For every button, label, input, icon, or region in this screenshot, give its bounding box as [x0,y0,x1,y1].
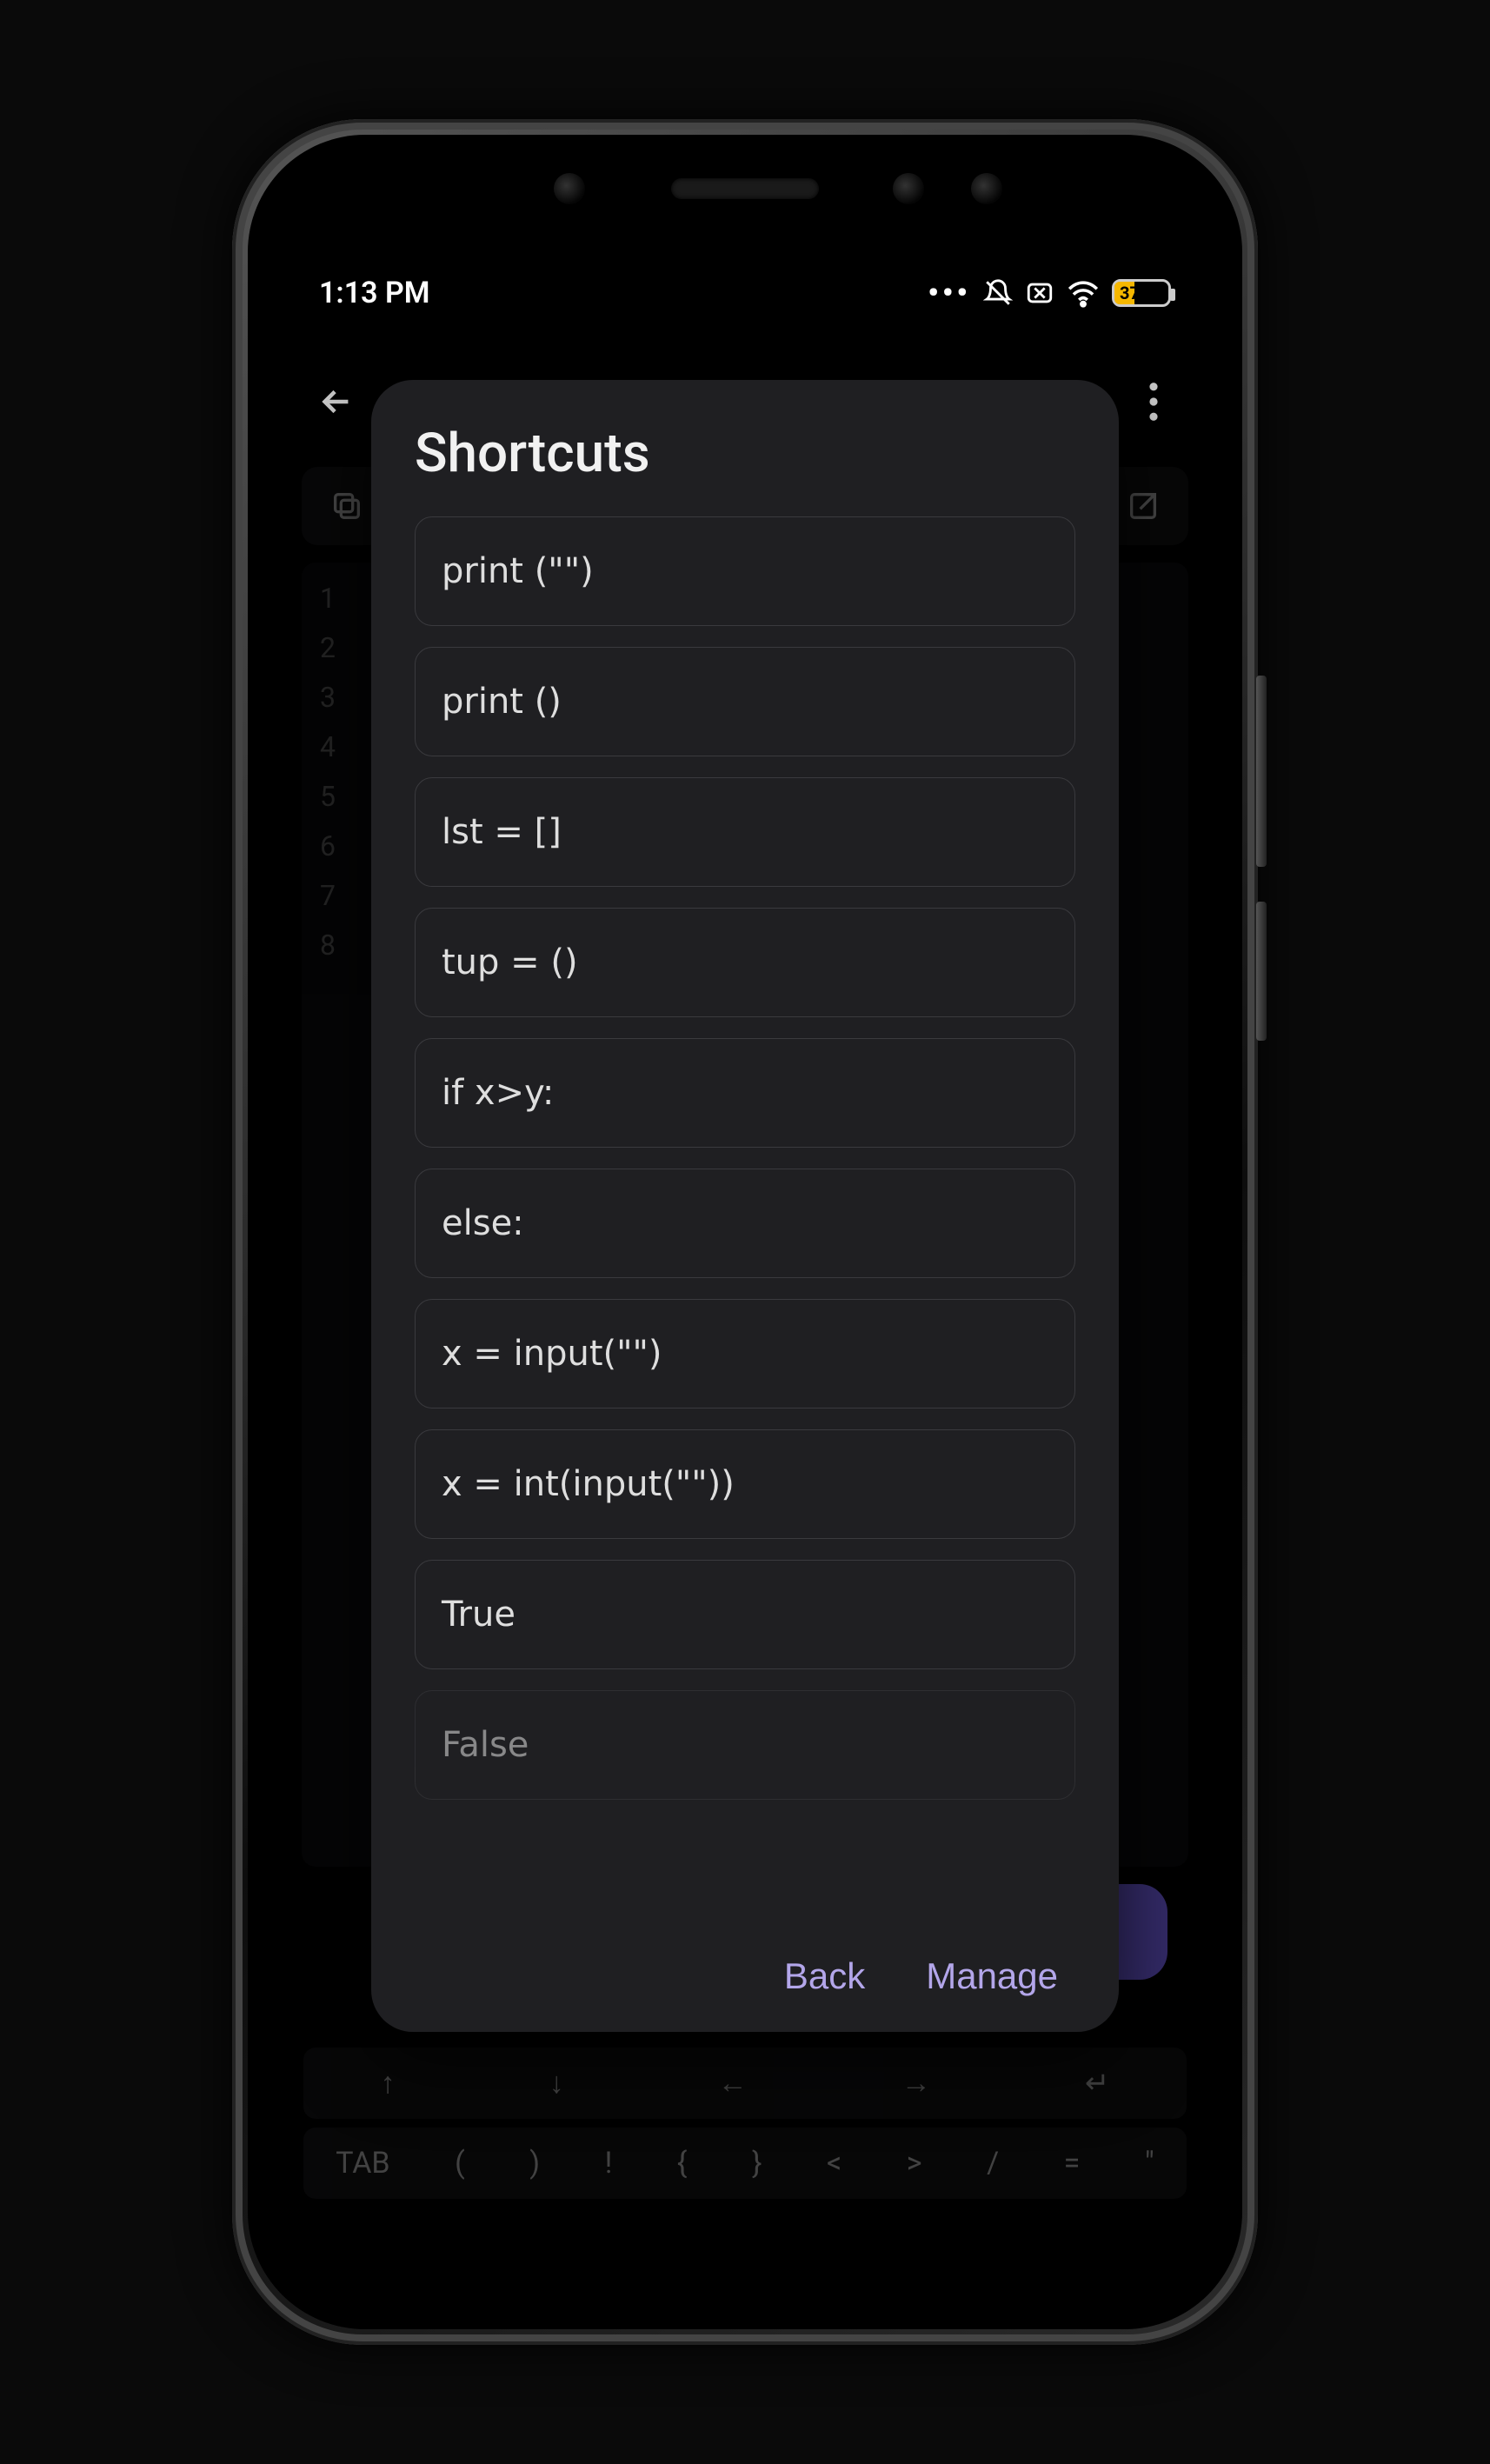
keyboard-key[interactable]: / [987,2146,999,2181]
side-button-volume [1256,676,1267,867]
line-number-gutter: 1 2 3 4 5 6 7 8 [302,563,354,1867]
keyboard-key[interactable]: } [752,2146,762,2181]
modal-actions: Back Manage [415,1955,1075,1997]
keyboard-key[interactable]: ↓ [549,2066,564,2101]
line-number: 6 [320,829,336,862]
shortcut-item[interactable]: tup = () [415,908,1075,1017]
copy-icon[interactable] [321,480,373,532]
keyboard-key[interactable]: → [901,2066,931,2101]
shortcut-item[interactable]: if x>y: [415,1038,1075,1148]
back-arrow-icon[interactable] [310,376,363,428]
line-number: 1 [320,582,336,615]
sensor-2 [971,173,1002,204]
shortcut-item[interactable]: x = input("") [415,1299,1075,1408]
line-number: 7 [320,879,336,912]
speaker-grille [671,178,819,199]
keyboard-key[interactable]: = [1064,2146,1081,2181]
shortcut-item[interactable]: else: [415,1169,1075,1278]
shortcut-item[interactable]: print () [415,647,1075,756]
keyboard-key[interactable]: ) [529,2146,540,2181]
keyboard-key[interactable]: " [1145,2146,1154,2181]
side-button-power [1256,902,1267,1041]
open-external-icon[interactable] [1117,480,1169,532]
modal-title: Shortcuts [415,422,1075,485]
keyboard-key[interactable]: ! [605,2146,613,2181]
shortcut-item[interactable]: lst = [] [415,777,1075,887]
keyboard-row-arrows[interactable]: ↑ ↓ ← → ↵ [303,2048,1187,2119]
shortcuts-modal: Shortcuts print ("") print () lst = [] tup … [371,380,1119,2032]
line-number: 3 [320,681,336,714]
phone-top-hardware [232,178,1258,230]
status-time: 1:13 PM [319,276,430,310]
back-button[interactable]: Back [784,1955,865,1997]
keyboard-key[interactable]: { [677,2146,688,2181]
sensor-1 [893,173,924,204]
manage-button[interactable]: Manage [926,1955,1058,1997]
shortcut-item[interactable]: False [415,1690,1075,1800]
keyboard-row-symbols[interactable]: TAB ()! {} < > / = " [303,2128,1187,2199]
shortcuts-list[interactable]: print ("") print () lst = [] tup = () if x>y… [415,516,1075,1928]
more-dots-icon: ••• [928,276,971,310]
shortcut-item[interactable]: True [415,1560,1075,1669]
status-right-cluster: ••• [928,276,1171,310]
keyboard-key[interactable]: TAB [336,2146,389,2181]
screen-viewport: 1:13 PM ••• [284,241,1206,2223]
keyboard-key[interactable]: ( [455,2146,465,2181]
keyboard-key[interactable]: ← [718,2066,748,2101]
line-number: 4 [320,730,336,763]
battery-pct: 37 [1120,283,1140,303]
line-number: 2 [320,631,336,664]
keyboard-key[interactable]: ↑ [381,2066,396,2101]
wifi-icon [1067,278,1100,308]
phone-mockup: 1:13 PM ••• [232,119,1258,2345]
battery-icon: 37 [1112,279,1171,307]
keyboard-key[interactable]: < [827,2146,841,2181]
no-sim-icon [1025,278,1054,308]
keyboard-key[interactable]: ↵ [1085,2066,1110,2101]
dnd-muted-icon [983,278,1013,308]
keyboard-key[interactable]: > [907,2146,922,2181]
line-number: 8 [320,929,336,962]
front-camera [554,173,585,204]
overflow-menu-icon[interactable] [1127,376,1180,428]
line-number: 5 [320,780,336,813]
shortcut-item[interactable]: x = int(input("")) [415,1429,1075,1539]
shortcut-item[interactable]: print ("") [415,516,1075,626]
status-bar: 1:13 PM ••• [284,241,1206,345]
